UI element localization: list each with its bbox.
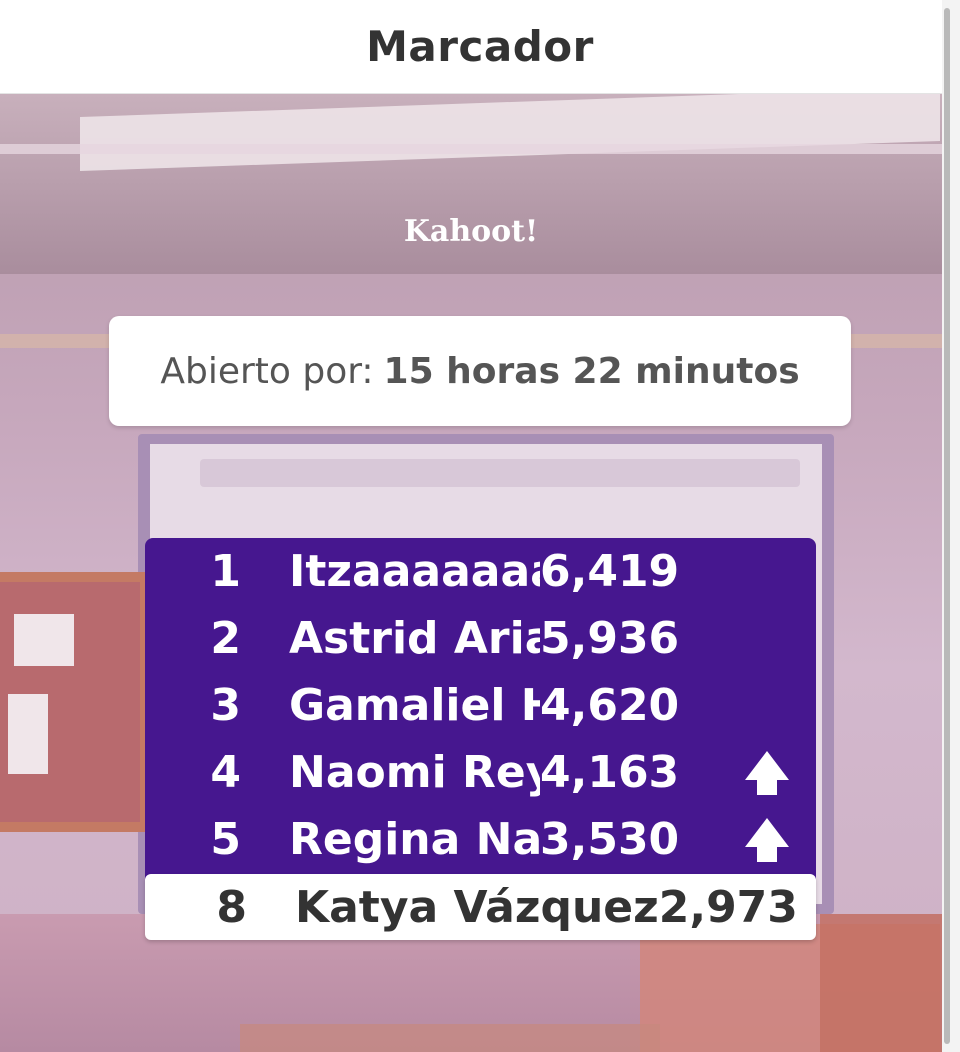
row-name: Astrid Arias xyxy=(289,613,540,664)
row-rank: 1 xyxy=(210,546,241,597)
corkboard-note xyxy=(8,694,48,774)
whiteboard-rail xyxy=(200,459,800,487)
row-name: Regina Nava xyxy=(289,814,540,865)
header-bar: Marcador xyxy=(0,0,960,94)
row-rank: 2 xyxy=(210,613,241,664)
row-rank: 4 xyxy=(210,747,241,798)
current-player-row: 8 Katya Vázquez 2,973 xyxy=(145,874,816,940)
desk-shape xyxy=(240,1024,660,1052)
row-name: Gamaliel H xyxy=(289,680,540,731)
up-arrow-icon xyxy=(745,750,789,795)
row-score: 4,620 xyxy=(540,680,680,731)
corkboard-note xyxy=(14,614,74,666)
open-time-value: 15 horas 22 minutos xyxy=(383,350,800,392)
leaderboard-row: 4 Naomi Reyes 4,163 xyxy=(145,739,816,806)
row-score: 5,936 xyxy=(540,613,680,664)
row-score: 3,530 xyxy=(540,814,680,865)
scrollbar-thumb[interactable] xyxy=(944,8,950,1044)
row-name: Naomi Reyes xyxy=(289,747,540,798)
row-score: 4,163 xyxy=(540,747,680,798)
row-rank: 3 xyxy=(210,680,241,731)
ceiling-trim xyxy=(0,144,942,154)
leaderboard-row: 2 Astrid Arias 5,936 xyxy=(145,605,816,672)
current-player-rank: 8 xyxy=(216,881,247,933)
current-player-name: Katya Vázquez xyxy=(295,881,659,933)
page-title: Marcador xyxy=(366,22,594,71)
open-time-label: Abierto por: xyxy=(160,350,374,392)
current-player-score: 2,973 xyxy=(658,881,798,933)
kahoot-logo: Kahoot! xyxy=(403,214,539,249)
leaderboard-row: 5 Regina Nava 3,530 xyxy=(145,806,816,873)
open-time-card: Abierto por: 15 horas 22 minutos xyxy=(109,316,851,426)
leaderboard-row: 3 Gamaliel H 4,620 xyxy=(145,672,816,739)
row-score: 6,419 xyxy=(540,546,680,597)
row-rank: 5 xyxy=(210,814,241,865)
up-arrow-icon xyxy=(745,817,789,862)
desk-shape xyxy=(820,914,942,1052)
leaderboard-row: 1 Itzaaaaaaa 6,419 xyxy=(145,538,816,605)
row-name: Itzaaaaaaa xyxy=(289,546,540,597)
